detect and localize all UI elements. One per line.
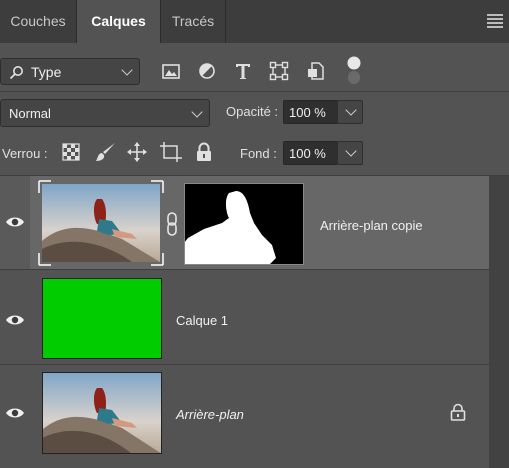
fill-input[interactable]: 100 % [283, 141, 338, 165]
opacity-dropdown-button[interactable] [337, 100, 363, 124]
opacity-input[interactable]: 100 % [283, 100, 338, 124]
shape-filter-icon[interactable] [266, 58, 292, 84]
chevron-down-icon [345, 145, 357, 157]
lock-transparent-pixels-icon[interactable] [62, 143, 80, 161]
tab-calques[interactable]: Calques [77, 0, 160, 43]
blend-mode-select[interactable]: Normal [0, 99, 210, 127]
layer-thumbnail[interactable] [42, 372, 162, 454]
tab-divider [225, 0, 226, 43]
fill-dropdown-button[interactable] [337, 141, 363, 165]
fill-value: 100 % [289, 146, 326, 161]
layer-name[interactable]: Arrière-plan copie [320, 218, 423, 233]
lock-image-pixels-icon[interactable] [95, 141, 117, 163]
eye-icon[interactable] [5, 314, 25, 326]
opacity-value: 100 % [289, 105, 326, 120]
fill-label: Fond : [240, 146, 277, 161]
layer-name[interactable]: Arrière-plan [176, 407, 244, 422]
eye-icon[interactable] [5, 216, 25, 228]
chevron-down-icon [121, 64, 133, 76]
layer-mask-thumbnail[interactable] [184, 183, 304, 265]
layers-scrollbar[interactable] [489, 176, 509, 468]
search-icon [9, 66, 23, 80]
lock-all-icon[interactable] [195, 142, 213, 162]
eye-icon[interactable] [5, 407, 25, 419]
image-filter-icon[interactable] [158, 58, 184, 84]
layer-row[interactable]: Arrière-plan [0, 365, 489, 461]
filter-toggle-icon[interactable] [344, 55, 364, 87]
layer-thumbnail[interactable] [42, 278, 162, 359]
chevron-down-icon [191, 106, 203, 118]
blend-mode-value: Normal [9, 106, 51, 121]
smart-object-filter-icon[interactable] [303, 58, 329, 84]
opacity-label: Opacité : [226, 104, 279, 119]
text-filter-icon[interactable] [230, 58, 256, 84]
layer-row[interactable]: Calque 1 [0, 270, 489, 364]
lock-icon [450, 403, 466, 421]
filter-type-select[interactable]: Type [0, 58, 140, 85]
tab-traces[interactable]: Tracés [161, 0, 225, 43]
link-chain-icon[interactable] [165, 212, 179, 236]
tab-bar: Couches Calques Tracés [0, 0, 509, 43]
chevron-down-icon [345, 104, 357, 116]
layer-row[interactable]: Arrière-plan copie [0, 176, 489, 269]
layer-thumbnail[interactable] [37, 179, 165, 267]
lock-label: Verrou : [2, 146, 48, 161]
divider [0, 91, 509, 92]
adjustment-filter-icon[interactable] [194, 58, 220, 84]
lock-artboard-icon[interactable] [159, 141, 183, 163]
layer-name[interactable]: Calque 1 [176, 313, 228, 328]
panel-menu-icon[interactable] [487, 14, 503, 28]
lock-position-icon[interactable] [126, 141, 148, 163]
tab-couches[interactable]: Couches [0, 0, 76, 43]
filter-type-label: Type [31, 64, 62, 80]
